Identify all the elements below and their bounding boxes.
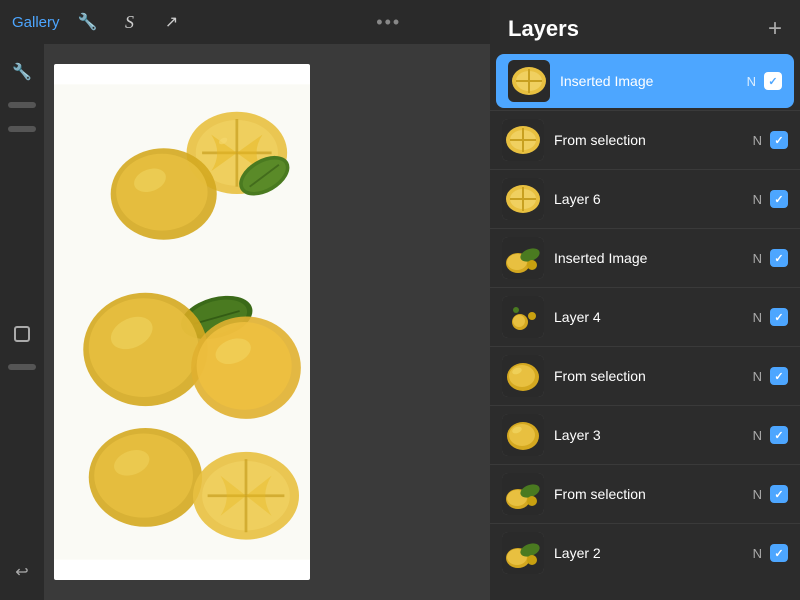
layer-thumbnail <box>502 473 544 515</box>
undo-button[interactable]: ↩ <box>6 556 38 588</box>
layer-info: From selection <box>554 132 743 148</box>
layer-divider <box>490 228 800 229</box>
modify-sidebar-icon[interactable]: 🔧 <box>6 56 38 88</box>
layer-blend-mode: N <box>753 192 762 207</box>
layer-thumbnail <box>502 296 544 338</box>
layer-name: Layer 6 <box>554 191 743 207</box>
more-options-button[interactable]: ••• <box>376 12 401 33</box>
layer-info: Layer 6 <box>554 191 743 207</box>
layer-visibility-checkbox[interactable] <box>770 190 788 208</box>
layer-visibility-checkbox[interactable] <box>770 544 788 562</box>
transform-tool-icon[interactable]: ↗ <box>158 8 186 36</box>
add-layer-button[interactable]: + <box>768 17 782 41</box>
layer-name: Inserted Image <box>560 73 737 89</box>
brush-size-slider[interactable] <box>8 102 36 108</box>
layer-visibility-checkbox[interactable] <box>770 485 788 503</box>
layer-info: From selection <box>554 486 743 502</box>
layer-controls: N <box>753 426 788 444</box>
toolbar-left: Gallery 🔧 S ↗ <box>12 8 186 36</box>
layer-blend-mode: N <box>753 428 762 443</box>
layer-divider <box>490 169 800 170</box>
layer-controls: N <box>753 544 788 562</box>
layer-divider <box>490 523 800 524</box>
gallery-button[interactable]: Gallery <box>12 14 60 31</box>
layer-name: From selection <box>554 132 743 148</box>
layer-divider <box>490 346 800 347</box>
layer-blend-mode: N <box>753 369 762 384</box>
layer-blend-mode: N <box>753 251 762 266</box>
layers-header: Layers + <box>490 0 800 54</box>
layer-info: Layer 4 <box>554 309 743 325</box>
layer-controls: N <box>753 249 788 267</box>
layer-visibility-checkbox[interactable] <box>770 131 788 149</box>
layer-row[interactable]: Layer 3 N <box>490 408 800 462</box>
layer-controls: N <box>753 190 788 208</box>
toolbar-center: ••• <box>376 12 401 33</box>
opacity-slider[interactable] <box>8 126 36 132</box>
layer-thumbnail <box>502 178 544 220</box>
layer-row[interactable]: From selection N <box>490 113 800 167</box>
layer-blend-mode: N <box>753 546 762 561</box>
layer-divider <box>490 287 800 288</box>
layers-title: Layers <box>508 16 579 42</box>
layer-controls: N <box>753 308 788 326</box>
layer-name: Layer 4 <box>554 309 743 325</box>
modify-tool-icon[interactable]: 🔧 <box>74 8 102 36</box>
layer-info: Layer 3 <box>554 427 743 443</box>
layer-controls: N <box>753 131 788 149</box>
layer-row[interactable]: Inserted Image N <box>496 54 794 108</box>
layer-visibility-checkbox[interactable] <box>764 72 782 90</box>
layer-row[interactable]: Layer 2 N <box>490 526 800 580</box>
layers-panel: Layers + Inserted ImageNFrom selectionNL… <box>490 0 800 600</box>
layer-divider <box>490 405 800 406</box>
layer-blend-mode: N <box>753 487 762 502</box>
layer-row[interactable]: Inserted Image N <box>490 231 800 285</box>
layer-blend-mode: N <box>747 74 756 89</box>
layer-row[interactable]: Layer 6 N <box>490 172 800 226</box>
layer-row[interactable]: From selection N <box>490 467 800 521</box>
layer-name: From selection <box>554 368 743 384</box>
layer-thumbnail <box>508 60 550 102</box>
layer-info: Inserted Image <box>560 73 737 89</box>
layer-thumbnail <box>502 237 544 279</box>
layer-name: From selection <box>554 486 743 502</box>
layer-blend-mode: N <box>753 133 762 148</box>
layer-visibility-checkbox[interactable] <box>770 308 788 326</box>
layer-controls: N <box>753 367 788 385</box>
layer-thumbnail <box>502 355 544 397</box>
layer-row[interactable]: Layer 4 N <box>490 290 800 344</box>
layer-name: Inserted Image <box>554 250 743 266</box>
selection-tool-sidebar[interactable] <box>6 318 38 350</box>
layer-divider <box>490 110 800 111</box>
second-brush-slider[interactable] <box>8 364 36 370</box>
layer-blend-mode: N <box>753 310 762 325</box>
layer-controls: N <box>753 485 788 503</box>
layer-divider <box>490 464 800 465</box>
layer-thumbnail <box>502 414 544 456</box>
layer-visibility-checkbox[interactable] <box>770 249 788 267</box>
layer-controls: N <box>747 72 782 90</box>
layer-thumbnail <box>502 119 544 161</box>
layers-list: Inserted ImageNFrom selectionNLayer 6NIn… <box>490 54 800 580</box>
layer-info: From selection <box>554 368 743 384</box>
layer-thumbnail <box>502 532 544 574</box>
select-tool-icon[interactable]: S <box>116 8 144 36</box>
layer-name: Layer 3 <box>554 427 743 443</box>
left-sidebar: 🔧 ↩ <box>0 44 44 600</box>
layer-visibility-checkbox[interactable] <box>770 367 788 385</box>
layer-row[interactable]: From selection N <box>490 349 800 403</box>
layer-info: Inserted Image <box>554 250 743 266</box>
layer-name: Layer 2 <box>554 545 743 561</box>
layer-info: Layer 2 <box>554 545 743 561</box>
layer-visibility-checkbox[interactable] <box>770 426 788 444</box>
drawing-canvas[interactable] <box>54 64 310 580</box>
